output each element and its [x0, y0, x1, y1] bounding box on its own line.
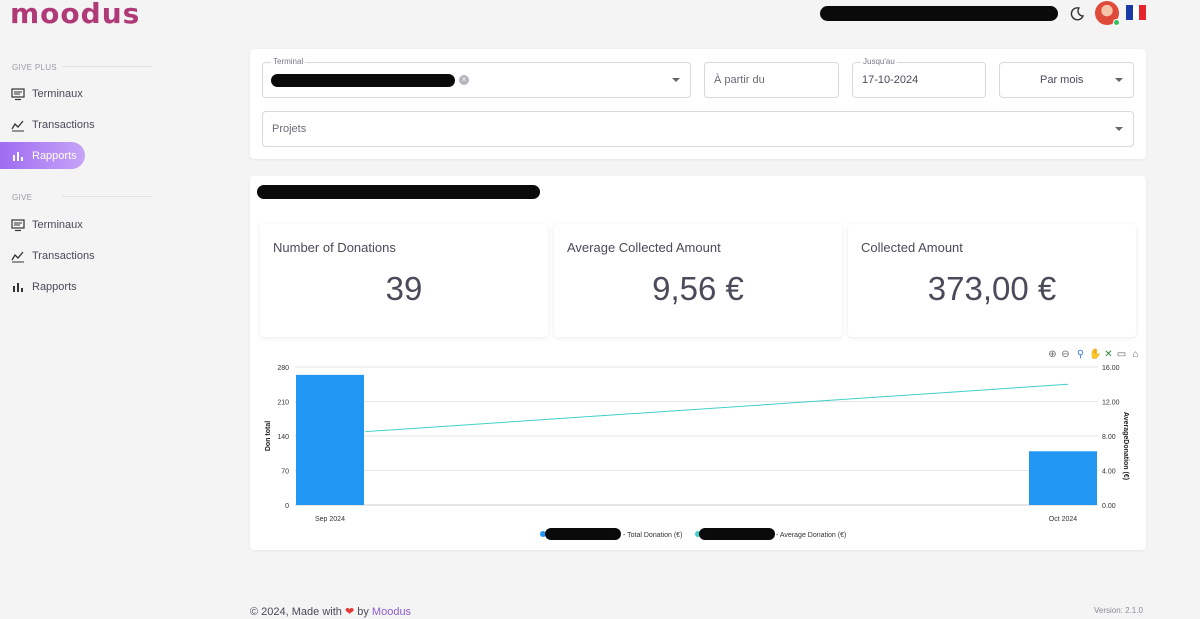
- legend-label-total: - Total Donation (€): [623, 532, 682, 539]
- period-value: Par mois: [1040, 74, 1084, 86]
- section-divider: [62, 196, 152, 197]
- trend-icon: [11, 118, 25, 132]
- to-date-value: 17-10-2024: [862, 74, 919, 86]
- sidebar-item-label: Transactions: [32, 118, 95, 131]
- moon-icon[interactable]: [1069, 6, 1085, 22]
- fr-flag-icon[interactable]: [1126, 5, 1147, 20]
- chevron-down-icon: [672, 78, 680, 82]
- y2-tick-label: 12.00: [1102, 400, 1120, 407]
- from-date-input[interactable]: À partir du: [704, 62, 839, 98]
- section-title-give-plus: GIVE PLUS: [12, 63, 57, 72]
- stat-card-average-collected-amount: Average Collected Amount 9,56 €: [554, 224, 842, 337]
- sidebar-item-give-plus-terminaux[interactable]: Terminaux: [0, 80, 150, 107]
- sidebar-item-label: Rapports: [32, 280, 77, 293]
- monitor-icon: [11, 87, 25, 101]
- filters-card: Terminal × À partir du Jusqu'au 17-10-20…: [250, 49, 1146, 159]
- from-date-placeholder: À partir du: [714, 74, 765, 86]
- reset-icon[interactable]: ▭: [1116, 349, 1127, 360]
- clear-chip-icon[interactable]: ×: [459, 75, 469, 85]
- footer-credit: © 2024, Made with ❤ by Moodus: [250, 605, 411, 618]
- y2-tick-label: 16.00: [1102, 365, 1120, 372]
- x-tick-label: Oct 2024: [1049, 516, 1078, 523]
- legend-label-average: - Average Donation (€): [776, 532, 846, 539]
- terminal-label: Terminal: [271, 57, 306, 66]
- y2-axis-label: AverageDonation (€): [1122, 412, 1129, 480]
- top-bar: moodus: [0, 0, 1200, 30]
- y-tick-label: 140: [277, 434, 289, 441]
- sidebar-item-label: Transactions: [32, 249, 95, 262]
- donations-chart: ⊕ ⊖ ⚲ ✋ ✕ ▭ ⌂ 0 70 140 210 280 0.00 4.00 8.00 12…: [258, 345, 1146, 545]
- stat-card-number-of-donations: Number of Donations 39: [260, 224, 548, 337]
- y-tick-label: 0: [285, 503, 289, 510]
- redacted-legend: [699, 528, 775, 540]
- y-tick-label: 70: [281, 469, 289, 476]
- stat-value: 39: [385, 270, 423, 307]
- to-date-label: Jusqu'au: [861, 57, 897, 66]
- y2-tick-label: 0.00: [1102, 503, 1116, 510]
- y2-tick-label: 4.00: [1102, 469, 1116, 476]
- section-divider: [62, 66, 152, 67]
- sidebar-item-give-rapports[interactable]: Rapports: [0, 273, 150, 300]
- stat-title: Number of Donations: [273, 240, 396, 255]
- redacted-user-name: [820, 6, 1058, 21]
- sidebar: GIVE PLUS Terminaux Transactions Rapport…: [0, 30, 160, 590]
- footer-by: by: [357, 606, 369, 618]
- stat-title: Collected Amount: [861, 240, 963, 255]
- terminal-select[interactable]: Terminal ×: [262, 57, 691, 98]
- stat-value: 373,00 €: [927, 270, 1057, 307]
- reset-x-icon[interactable]: ✕: [1103, 349, 1114, 360]
- heart-icon: ❤: [344, 606, 355, 618]
- zoom-out-icon[interactable]: ⊖: [1060, 349, 1071, 360]
- stat-value: 9,56 €: [652, 270, 744, 307]
- sidebar-item-give-plus-rapports[interactable]: Rapports: [0, 142, 85, 169]
- version-label: Version: 2.1.0: [1094, 606, 1143, 615]
- y-tick-label: 280: [277, 365, 289, 372]
- stat-card-collected-amount: Collected Amount 373,00 €: [848, 224, 1136, 337]
- chevron-down-icon: [1115, 127, 1123, 131]
- trend-icon: [11, 249, 25, 263]
- sidebar-item-give-terminaux[interactable]: Terminaux: [0, 211, 150, 238]
- x-tick-label: Sep 2024: [315, 516, 345, 523]
- bar-total-donation: [1029, 451, 1097, 505]
- sidebar-item-label: Terminaux: [32, 218, 83, 231]
- section-title-give: GIVE: [12, 193, 33, 202]
- period-select[interactable]: Par mois: [999, 62, 1134, 98]
- bar-total-donation: [296, 374, 364, 505]
- zoom-in-icon[interactable]: ⊕: [1047, 349, 1058, 360]
- footer-prefix: © 2024, Made with: [250, 606, 342, 618]
- monitor-icon: [11, 218, 25, 232]
- stat-title: Average Collected Amount: [567, 240, 721, 255]
- home-icon[interactable]: ⌂: [1130, 349, 1141, 360]
- sidebar-item-give-plus-transactions[interactable]: Transactions: [0, 111, 150, 138]
- line-average-donation: [364, 383, 1069, 433]
- chart-canvas: 0 70 140 210 280 0.00 4.00 8.00 12.00 16.00 Sep 20…: [265, 365, 1129, 540]
- y-axis-label: Don total: [265, 421, 272, 451]
- redacted-report-title: [257, 185, 540, 199]
- sidebar-item-give-transactions[interactable]: Transactions: [0, 242, 150, 269]
- y2-tick-label: 8.00: [1102, 434, 1116, 441]
- projects-placeholder: Projets: [272, 123, 307, 135]
- pan-icon[interactable]: ✋: [1089, 349, 1101, 360]
- projects-select[interactable]: Projets: [262, 111, 1134, 147]
- sidebar-item-label: Terminaux: [32, 87, 83, 100]
- redacted-legend: [545, 528, 621, 540]
- footer-brand-link[interactable]: Moodus: [372, 606, 411, 618]
- app-logo[interactable]: moodus: [10, 0, 140, 28]
- online-status-indicator: [1113, 19, 1120, 26]
- y-tick-label: 210: [277, 400, 289, 407]
- to-date-input[interactable]: Jusqu'au 17-10-2024: [852, 57, 986, 98]
- magnify-icon[interactable]: ⚲: [1075, 349, 1086, 360]
- sidebar-item-label: Rapports: [32, 149, 77, 162]
- redacted-terminal-chip: [271, 74, 455, 87]
- bar-chart-icon: [11, 149, 25, 163]
- bar-chart-icon: [11, 280, 25, 294]
- chevron-down-icon: [1115, 78, 1123, 82]
